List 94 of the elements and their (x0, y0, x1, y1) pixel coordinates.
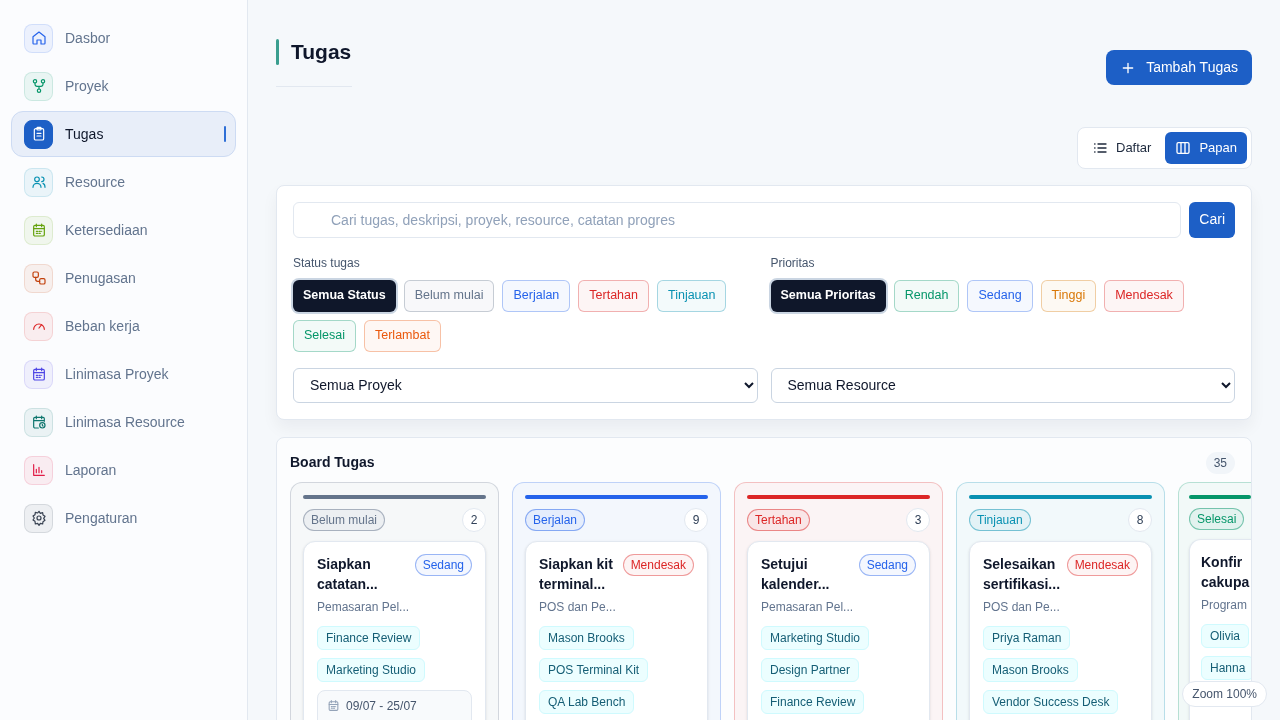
filter-label: Status tugas (293, 254, 361, 272)
task-count: 35 (1205, 451, 1235, 474)
sidebar-item[interactable]: Ketersediaan (11, 207, 236, 253)
filter-chip[interactable]: Semua Status (293, 279, 396, 312)
project-name: Pemasaran Pel... (317, 598, 410, 616)
task-title: catatan... (317, 574, 378, 594)
count-badge: 8 (1128, 507, 1152, 532)
resource-tag: QA Lab Bench (539, 689, 635, 714)
task-title: Siapkan kit (539, 554, 613, 574)
priority-badge: Mendesak (622, 553, 694, 576)
resource-tag: Hanna (1201, 655, 1251, 680)
filter-chip[interactable]: Tertahan (578, 279, 649, 312)
search-field[interactable]: Cari tugas, deskripsi, proyek, resource, catatan progres (293, 201, 1182, 238)
dropdown[interactable]: Semua Proyek (293, 367, 758, 403)
filter-label: Prioritas (770, 254, 816, 272)
filter-chip[interactable]: Belum mulai (403, 279, 495, 312)
resource-tag: Finance Review (761, 689, 865, 714)
view-tab[interactable]: Papan (1165, 131, 1247, 164)
status-badge: Belum mulai (303, 508, 386, 531)
sidebar-item[interactable]: Resource (11, 159, 236, 205)
project-name: POS dan Pe... (539, 598, 616, 616)
project-name: POS dan Pe... (983, 598, 1060, 616)
task-title: terminal... (539, 574, 606, 594)
calendar-icon (30, 366, 47, 382)
filter-chip[interactable]: Tinjauan (657, 279, 727, 312)
resource-tag: Olivia (1201, 623, 1249, 648)
sidebar-item[interactable]: Beban kerja (11, 303, 236, 349)
add-task-button[interactable]: Tambah Tugas (1106, 50, 1252, 85)
task-title: Konfir (1201, 552, 1243, 572)
resource-tag: Mason Brooks (983, 657, 1078, 682)
task-title: Selesaikan (983, 554, 1056, 574)
settings-icon (30, 510, 47, 526)
count-badge: 2 (462, 507, 486, 532)
task-title: Siapkan (317, 554, 371, 574)
calendar-clock-icon (30, 414, 47, 430)
sidebar-item[interactable]: Pengaturan (11, 495, 236, 541)
branch-icon (30, 78, 47, 94)
resource-tag: Mason Brooks (539, 625, 634, 650)
sidebar-item[interactable]: Laporan (11, 447, 236, 493)
resource-tag: Finance Review (317, 625, 421, 650)
filter-chip[interactable]: Rendah (893, 279, 960, 312)
filter-chip[interactable]: Sedang (967, 279, 1033, 312)
columns-icon (1175, 139, 1192, 156)
task-card[interactable]: Siapkan kit terminal... Mendesak POS dan Pe... Mason Brooks POS Terminal Kit QA Lab Bench (525, 540, 708, 720)
sidebar-item[interactable]: Dasbor (11, 15, 236, 61)
linked-squares-icon (30, 270, 47, 286)
page-title: Tugas (291, 39, 352, 65)
count-badge: 3 (906, 507, 930, 532)
task-card[interactable]: Selesaikan sertifikasi... Mendesak POS dan Pe... Priya Raman Mason Brooks Vendor Success Desk (969, 540, 1152, 720)
priority-badge: Sedang (414, 553, 472, 576)
filter-chip[interactable]: Tinggi (1040, 279, 1097, 312)
home-icon (30, 30, 47, 46)
sidebar-item[interactable]: Linimasa Proyek (11, 351, 236, 397)
dropdown[interactable]: Semua Resource (770, 367, 1235, 403)
sidebar-item[interactable]: Penugasan (11, 255, 236, 301)
priority-badge: Sedang (858, 553, 916, 576)
task-card[interactable]: Setujui kalender... Sedang Pemasaran Pel... Marketing Studio Design Partner Finance Review (747, 540, 930, 720)
status-badge: Tertahan (747, 508, 810, 531)
project-name: Pemasaran Pel... (761, 598, 854, 616)
status-badge: Tinjauan (969, 508, 1031, 531)
filter-chip[interactable]: Berjalan (502, 279, 571, 312)
filter-chip[interactable]: Mendesak (1104, 279, 1184, 312)
calendar-icon (327, 698, 340, 712)
board-title: Board Tugas (290, 453, 375, 472)
resource-tag: Marketing Studio (761, 625, 870, 650)
status-badge: Berjalan (525, 508, 586, 531)
view-tab[interactable]: Daftar (1082, 131, 1162, 164)
project-name: Program (1201, 596, 1247, 614)
search-button[interactable]: Cari (1189, 201, 1235, 238)
filter-chip[interactable]: Semua Prioritas (770, 279, 886, 312)
task-title: Setujui (761, 554, 808, 574)
count-badge: 9 (684, 507, 708, 532)
zoom-badge: Zoom 100% (1182, 681, 1267, 707)
task-card[interactable]: Siapkan catatan... Sedang Pemasaran Pel... Finance Review Marketing Studio 09/07 - 25/07 (303, 540, 486, 720)
status-bar (1189, 494, 1251, 499)
task-title: kalender... (761, 574, 830, 594)
sidebar-item[interactable]: Linimasa Resource (11, 399, 236, 445)
calendar-icon (30, 222, 47, 238)
resource-tag: Marketing Studio (317, 657, 426, 682)
filter-chip[interactable]: Terlambat (364, 319, 441, 352)
resource-tag: POS Terminal Kit (539, 657, 649, 682)
priority-badge: Mendesak (1066, 553, 1138, 576)
resource-tag: Design Partner (761, 657, 860, 682)
bar-chart-icon (30, 462, 47, 478)
users-icon (30, 174, 47, 190)
date-box: 09/07 - 25/07 (317, 689, 472, 720)
filter-chip[interactable]: Selesai (293, 319, 356, 352)
sidebar-item[interactable]: Tugas (11, 111, 236, 157)
resource-tag: Priya Raman (983, 625, 1071, 650)
sidebar-item[interactable]: Proyek (11, 63, 236, 109)
task-title: sertifikasi... (983, 574, 1061, 594)
task-title: cakupa (1201, 572, 1250, 592)
status-badge: Selesai (1189, 507, 1245, 530)
resource-tag: Vendor Success Desk (983, 689, 1119, 714)
